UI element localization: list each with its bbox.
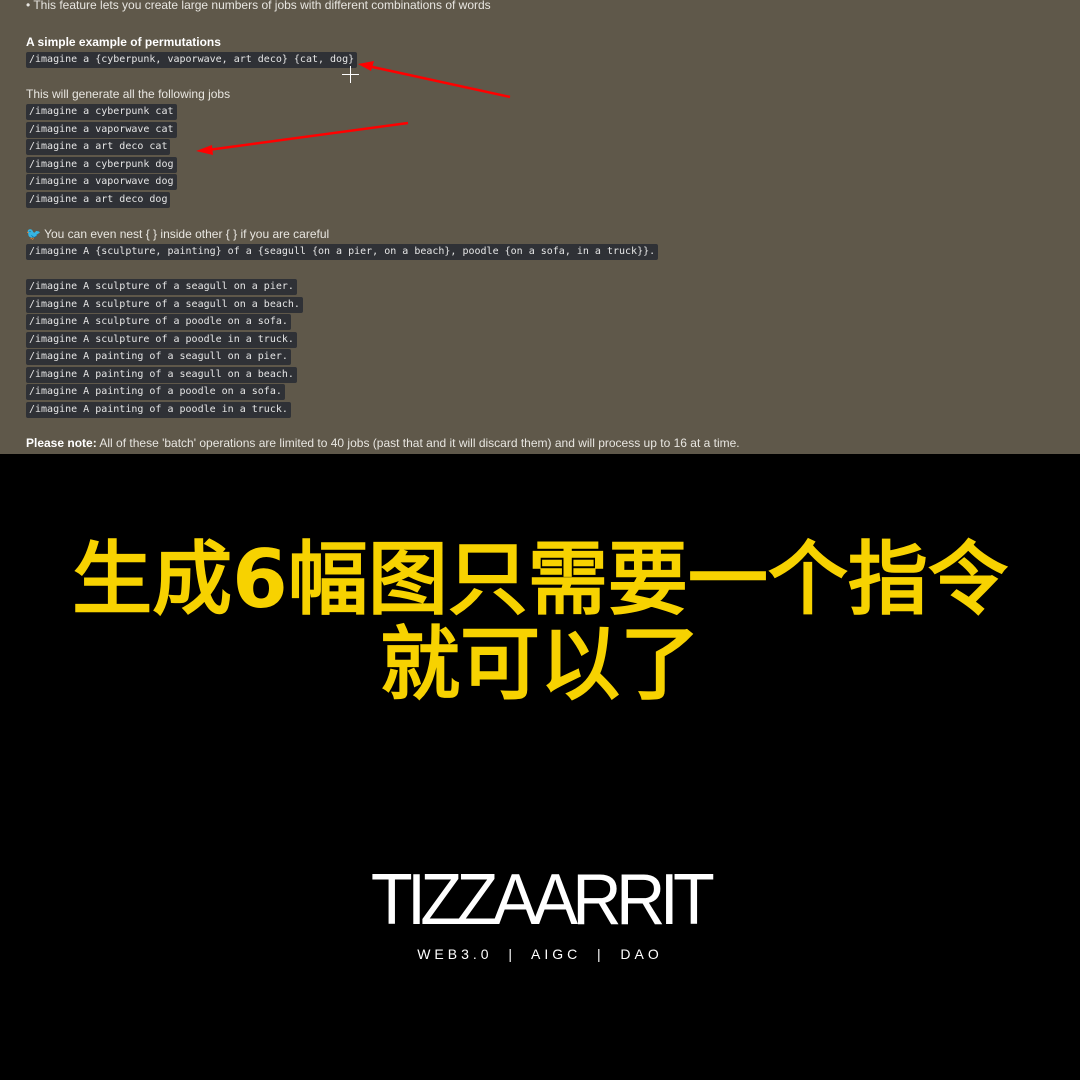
red-arrow-icon (196, 121, 409, 155)
caption-line-2: 就可以了 (380, 618, 700, 711)
red-arrow-icon (358, 61, 511, 99)
logo: TIZZAARRIT (370, 860, 715, 940)
logo-tagline: WEB3.0 | AIGC | DAO (417, 946, 663, 962)
crosshair-cursor-icon (342, 66, 359, 83)
discord-doc-screenshot: • This feature lets you create large num… (0, 0, 1080, 454)
caption-line-1: 生成6幅图只需要一个指令 (72, 533, 1008, 626)
annotation-arrows (196, 61, 511, 155)
